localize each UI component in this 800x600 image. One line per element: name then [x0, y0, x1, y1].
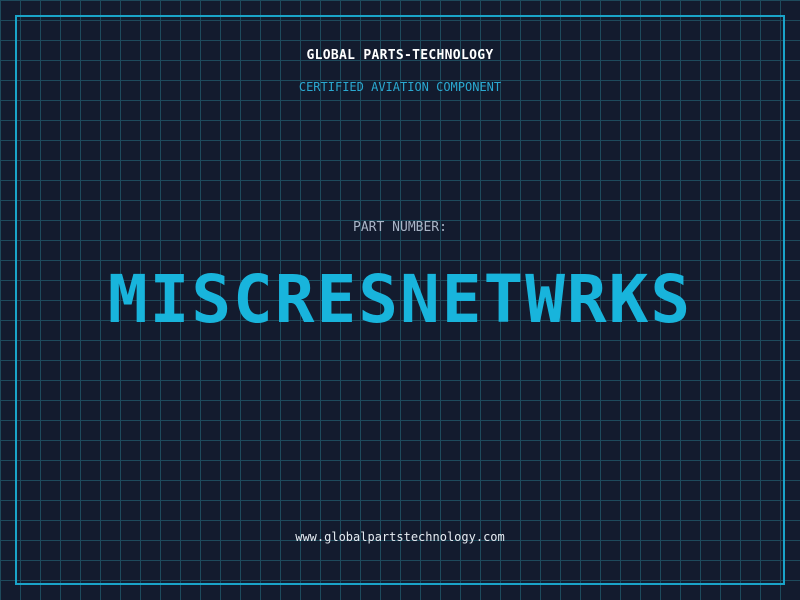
- part-number-label: PART NUMBER:: [353, 220, 447, 235]
- website-url: www.globalpartstechnology.com: [295, 530, 505, 544]
- company-name: GLOBAL PARTS-TECHNOLOGY: [306, 48, 494, 63]
- certification-tagline: CERTIFIED AVIATION COMPONENT: [298, 80, 502, 94]
- part-number-value: MISCRESNETWRKS: [107, 261, 693, 338]
